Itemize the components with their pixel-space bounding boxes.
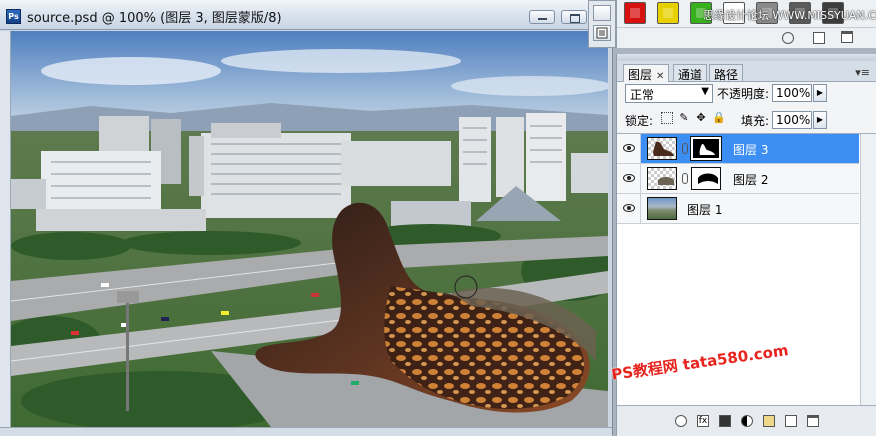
layer-style-icon[interactable]: fx <box>697 415 709 427</box>
new-layer-icon[interactable] <box>785 415 797 427</box>
opacity-slider-button[interactable]: ▶ <box>813 84 827 102</box>
mask-shape <box>699 143 715 155</box>
mask-link-icon[interactable] <box>682 143 688 154</box>
opacity-input[interactable]: 100% <box>772 84 812 102</box>
layer-row-2[interactable]: 图层 2 <box>617 164 859 194</box>
mask-shape <box>698 173 718 184</box>
lock-transparent-icon[interactable] <box>661 112 673 124</box>
trash-icon[interactable] <box>841 31 853 43</box>
layer-mask-thumbnail[interactable] <box>691 167 721 190</box>
visibility-toggle[interactable] <box>617 164 641 193</box>
layer-row-1[interactable]: 图层 1 <box>617 194 859 224</box>
visibility-toggle[interactable] <box>617 134 641 163</box>
chevron-down-icon: ▼ <box>701 86 709 97</box>
link-layers-icon[interactable] <box>675 415 687 427</box>
add-mask-icon[interactable] <box>719 415 731 427</box>
layer-mask-thumbnail[interactable] <box>690 136 722 161</box>
lock-brush-icon[interactable]: ✎ <box>678 112 690 124</box>
clear-style-icon[interactable] <box>782 32 794 44</box>
eye-icon <box>623 174 635 182</box>
tab-paths-label: 路径 <box>714 68 739 82</box>
layer-thumbnail <box>647 137 677 160</box>
document-titlebar[interactable]: Ps source.psd @ 100% (图层 3, 图层蒙版/8) <box>0 0 612 30</box>
layer-name: 图层 3 <box>733 143 769 157</box>
dock-icon-history[interactable] <box>593 25 611 41</box>
tab-channels-label: 通道 <box>678 68 703 82</box>
lock-all-icon[interactable]: 🔒 <box>712 112 726 124</box>
panel-menu-icon[interactable]: ▾≡ <box>855 66 870 79</box>
top-watermark: 思缘设计论坛 WWW.MISSYUAN.COM <box>703 9 876 22</box>
adjustment-layer-icon[interactable] <box>741 415 753 427</box>
fill-input[interactable]: 100% <box>772 111 812 129</box>
lock-label: 锁定: <box>625 114 654 128</box>
panel-grip[interactable] <box>617 54 876 61</box>
layer-list-scrollbar[interactable] <box>860 134 876 406</box>
opacity-label: 不透明度: <box>717 87 770 101</box>
fill-label: 填充: <box>741 114 770 128</box>
tab-layers[interactable]: 图层 ✕ <box>623 64 670 82</box>
tab-layers-label: 图层 <box>628 68 653 82</box>
canvas-border <box>0 31 11 427</box>
lock-move-icon[interactable]: ✥ <box>695 112 707 124</box>
style-swatch-button[interactable] <box>657 2 679 24</box>
tab-paths[interactable]: 路径 <box>709 64 744 82</box>
fill-slider-button[interactable]: ▶ <box>813 111 827 129</box>
layers-panel-toolbar: fx <box>617 405 876 436</box>
rock-thumbnail <box>658 177 674 185</box>
tab-channels[interactable]: 通道 <box>673 64 708 82</box>
style-swatch-button[interactable] <box>624 2 646 24</box>
eye-icon <box>623 204 635 212</box>
city-lizard-composite-image <box>11 31 608 427</box>
visibility-toggle[interactable] <box>617 194 641 223</box>
blend-mode-select[interactable]: 正常 ▼ <box>625 84 713 103</box>
eye-icon <box>623 144 635 152</box>
document-title: source.psd @ 100% (图层 3, 图层蒙版/8) <box>27 11 282 26</box>
panel-tabs: 图层 ✕ 通道 路径 ▾≡ <box>617 61 876 82</box>
mask-link-icon[interactable] <box>682 173 688 184</box>
layer-name: 图层 1 <box>687 203 723 217</box>
maximize-button[interactable] <box>561 10 587 24</box>
city-thumbnail <box>647 197 677 220</box>
lock-fill-row: 锁定: ✎ ✥ 🔒 填充: 100% ▶ <box>617 107 876 133</box>
document-icon <box>596 27 608 39</box>
new-style-icon[interactable] <box>813 32 825 44</box>
lizard-thumbnail <box>653 141 674 156</box>
layer-thumbnail <box>647 167 677 190</box>
blend-opacity-row: 正常 ▼ 不透明度: 100% ▶ <box>617 81 876 107</box>
blend-mode-value: 正常 <box>630 88 655 102</box>
photoshop-icon: Ps <box>6 9 21 24</box>
styles-panel-footer <box>617 27 876 48</box>
layer-name: 图层 2 <box>733 173 769 187</box>
new-group-icon[interactable] <box>763 415 775 427</box>
image-canvas[interactable] <box>11 31 608 427</box>
dock-icon-top[interactable] <box>593 5 611 21</box>
document-window: Ps source.psd @ 100% (图层 3, 图层蒙版/8) <box>0 0 613 436</box>
layer-row-3[interactable]: 图层 3 <box>617 134 859 164</box>
collapsed-panel-dock <box>588 0 616 48</box>
minimize-button[interactable] <box>529 10 555 24</box>
styles-panel: 思缘设计论坛 WWW.MISSYUAN.COM <box>616 0 876 48</box>
delete-layer-icon[interactable] <box>807 415 819 427</box>
